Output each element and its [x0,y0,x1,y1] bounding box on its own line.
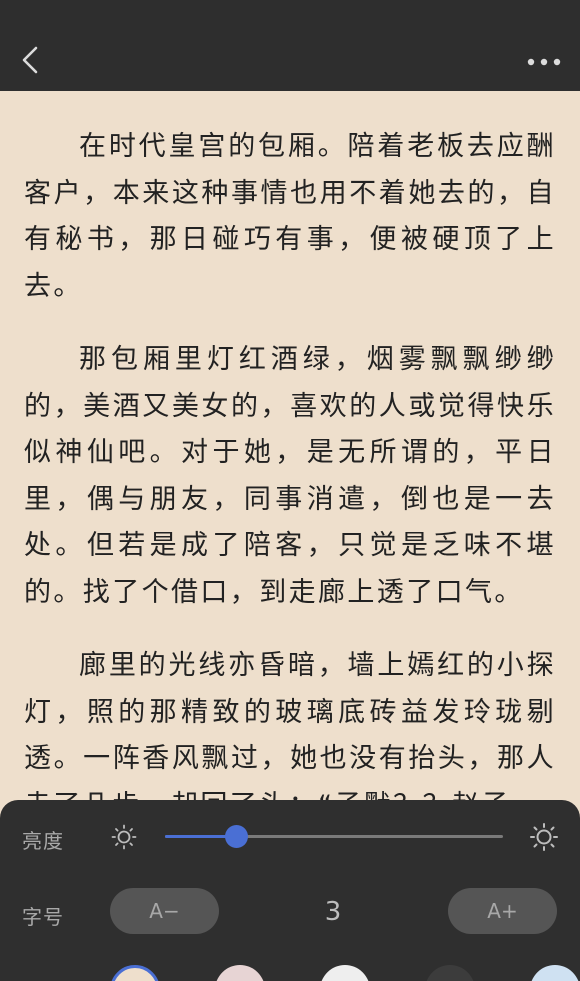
brightness-slider-thumb[interactable] [224,825,248,848]
settings-panel: 亮度 字号 A− 3 A+ 背景 [0,800,580,981]
top-bar [0,0,580,91]
theme-swatch-beige[interactable] [110,965,160,981]
more-button[interactable] [524,48,564,76]
theme-swatch-white[interactable] [320,965,370,981]
font-increase-button[interactable]: A+ [448,888,557,934]
brightness-label: 亮度 [22,829,64,853]
sun-large-icon [530,823,558,851]
chevron-left-icon [22,46,38,74]
font-decrease-button[interactable]: A− [110,888,219,934]
paragraph: 在时代皇宫的包厢。陪着老板去应酬客户，本来这种事情也用不着她去的，自有秘书，那日… [24,131,556,302]
theme-swatch-pink[interactable] [215,965,265,981]
theme-swatch-dark[interactable] [425,965,475,981]
sun-small-icon [111,824,137,850]
brightness-slider[interactable] [165,825,503,848]
font-size-value: 3 [324,897,342,927]
font-size-label: 字号 [22,905,64,929]
more-horizontal-icon [527,58,561,66]
paragraph: 那包厢里灯红酒绿，烟雾飘飘缈缈的，美酒又美女的，喜欢的人或觉得快乐似神仙吧。对于… [24,344,556,608]
theme-label: 背景 [22,975,62,981]
theme-swatch-blue[interactable] [530,965,580,981]
back-button[interactable] [14,42,50,78]
reader-screen: 在时代皇宫的包厢。陪着老板去应酬客户，本来这种事情也用不着她去的，自有秘书，那日… [0,0,580,981]
